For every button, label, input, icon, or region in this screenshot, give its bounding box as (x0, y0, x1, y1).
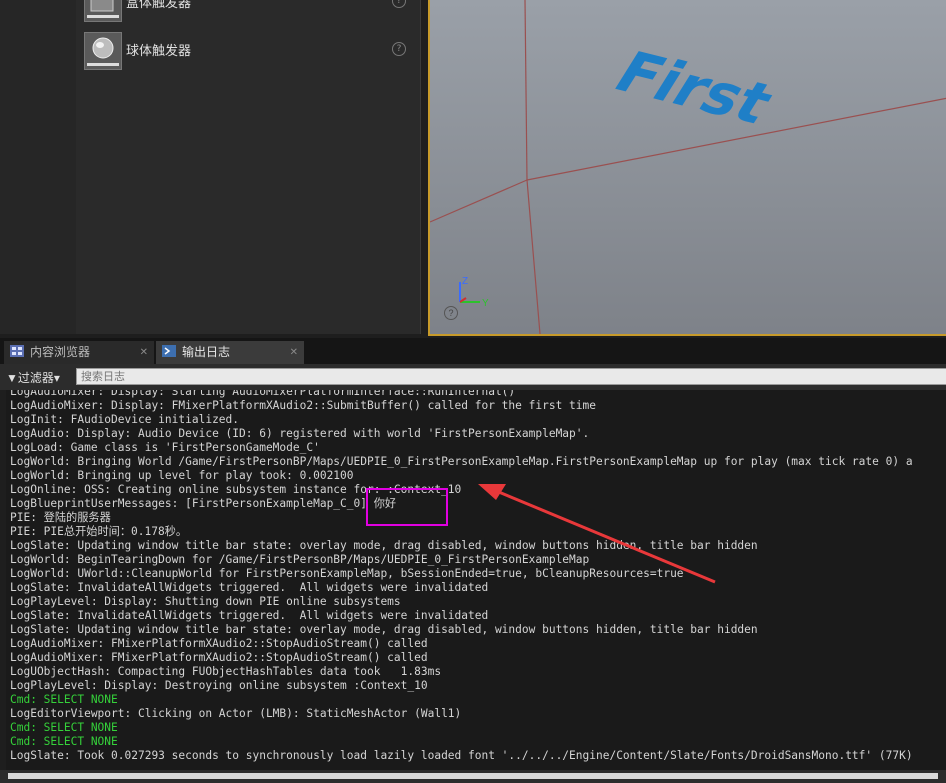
log-line: LogUObjectHash: Compacting FUObjectHashT… (10, 665, 442, 678)
log-line: LogLoad: Game class is 'FirstPersonGameM… (10, 441, 320, 454)
log-filter-bar: ▼过滤器▾ (0, 364, 946, 390)
log-line: LogPlayLevel: Display: Shutting down PIE… (10, 595, 401, 608)
close-icon[interactable]: ✕ (140, 341, 148, 364)
axis-gizmo-icon: Z Y (452, 270, 512, 320)
log-line: LogSlate: Updating window title bar stat… (10, 539, 758, 552)
help-icon[interactable]: ? (392, 0, 406, 8)
level-viewport[interactable]: First Z Y ? (428, 0, 946, 336)
log-line: LogWorld: Bringing World /Game/FirstPers… (10, 455, 913, 468)
search-log-input[interactable] (76, 368, 946, 385)
filter-dropdown-button[interactable]: ▼过滤器▾ (6, 369, 60, 386)
log-line: LogAudioMixer: FMixerPlatformXAudio2::St… (10, 651, 428, 664)
help-icon[interactable]: ? (392, 42, 406, 56)
log-line: Cmd: SELECT NONE (10, 693, 118, 706)
log-line: LogAudioMixer: Display: Starting AudioMi… (10, 390, 516, 398)
output-log-icon (162, 342, 176, 357)
axis-y-label: Y (482, 298, 489, 309)
place-actors-panel: 盒体触发器 ? 球体触发器 ? (76, 0, 421, 334)
box-trigger-thumbnail-icon (84, 0, 122, 22)
place-item-box-trigger[interactable]: 盒体触发器 ? (84, 0, 414, 22)
log-line: LogAudio: Display: Audio Device (ID: 6) … (10, 427, 590, 440)
log-line: Cmd: SELECT NONE (10, 721, 118, 734)
highlight-box (366, 488, 448, 526)
log-line: LogBlueprintUserMessages: [FirstPersonEx… (10, 497, 397, 510)
viewport-help-icon[interactable]: ? (444, 306, 458, 320)
log-line: LogSlate: InvalidateAllWidgets triggered… (10, 609, 489, 622)
log-line: PIE: PIE总开始时间：0.178秒。 (10, 525, 188, 538)
log-line: LogWorld: Bringing up level for play too… (10, 469, 354, 482)
dock-tab-strip: 内容浏览器 ✕ 输出日志 ✕ (0, 338, 946, 364)
left-dock-strip (0, 0, 76, 334)
output-log-list[interactable]: LogAudioMixer: Display: Starting AudioMi… (6, 390, 946, 770)
tab-label: 内容浏览器 (30, 345, 91, 359)
log-line: LogPlayLevel: Display: Destroying online… (10, 679, 428, 692)
close-icon[interactable]: ✕ (290, 341, 298, 364)
axis-z-label: Z (462, 276, 468, 287)
log-line: LogSlate: Took 0.027293 seconds to synch… (10, 749, 913, 762)
log-line: LogAudioMixer: Display: FMixerPlatformXA… (10, 399, 596, 412)
console-input[interactable] (8, 773, 938, 779)
place-item-label: 球体触发器 (126, 43, 192, 58)
log-line: Cmd: SELECT NONE (10, 735, 118, 748)
tab-content-browser[interactable]: 内容浏览器 ✕ (4, 341, 154, 364)
log-line: LogSlate: Updating window title bar stat… (10, 623, 758, 636)
log-line: LogSlate: InvalidateAllWidgets triggered… (10, 581, 489, 594)
place-item-sphere-trigger[interactable]: 球体触发器 ? (84, 30, 414, 70)
content-browser-icon (10, 342, 24, 357)
sphere-trigger-thumbnail-icon (84, 32, 122, 70)
log-line: LogWorld: UWorld::CleanupWorld for First… (10, 567, 684, 580)
console-bar (0, 770, 946, 783)
tab-label: 输出日志 (182, 345, 231, 359)
log-line: LogAudioMixer: FMixerPlatformXAudio2::St… (10, 637, 428, 650)
log-line: LogEditorViewport: Clicking on Actor (LM… (10, 707, 462, 720)
place-item-label: 盒体触发器 (126, 0, 192, 10)
tab-output-log[interactable]: 输出日志 ✕ (156, 341, 304, 364)
log-line: LogInit: FAudioDevice initialized. (10, 413, 240, 426)
log-line: PIE: 登陆的服务器 (10, 511, 111, 524)
log-line: LogWorld: BeginTearingDown for /Game/Fir… (10, 553, 590, 566)
